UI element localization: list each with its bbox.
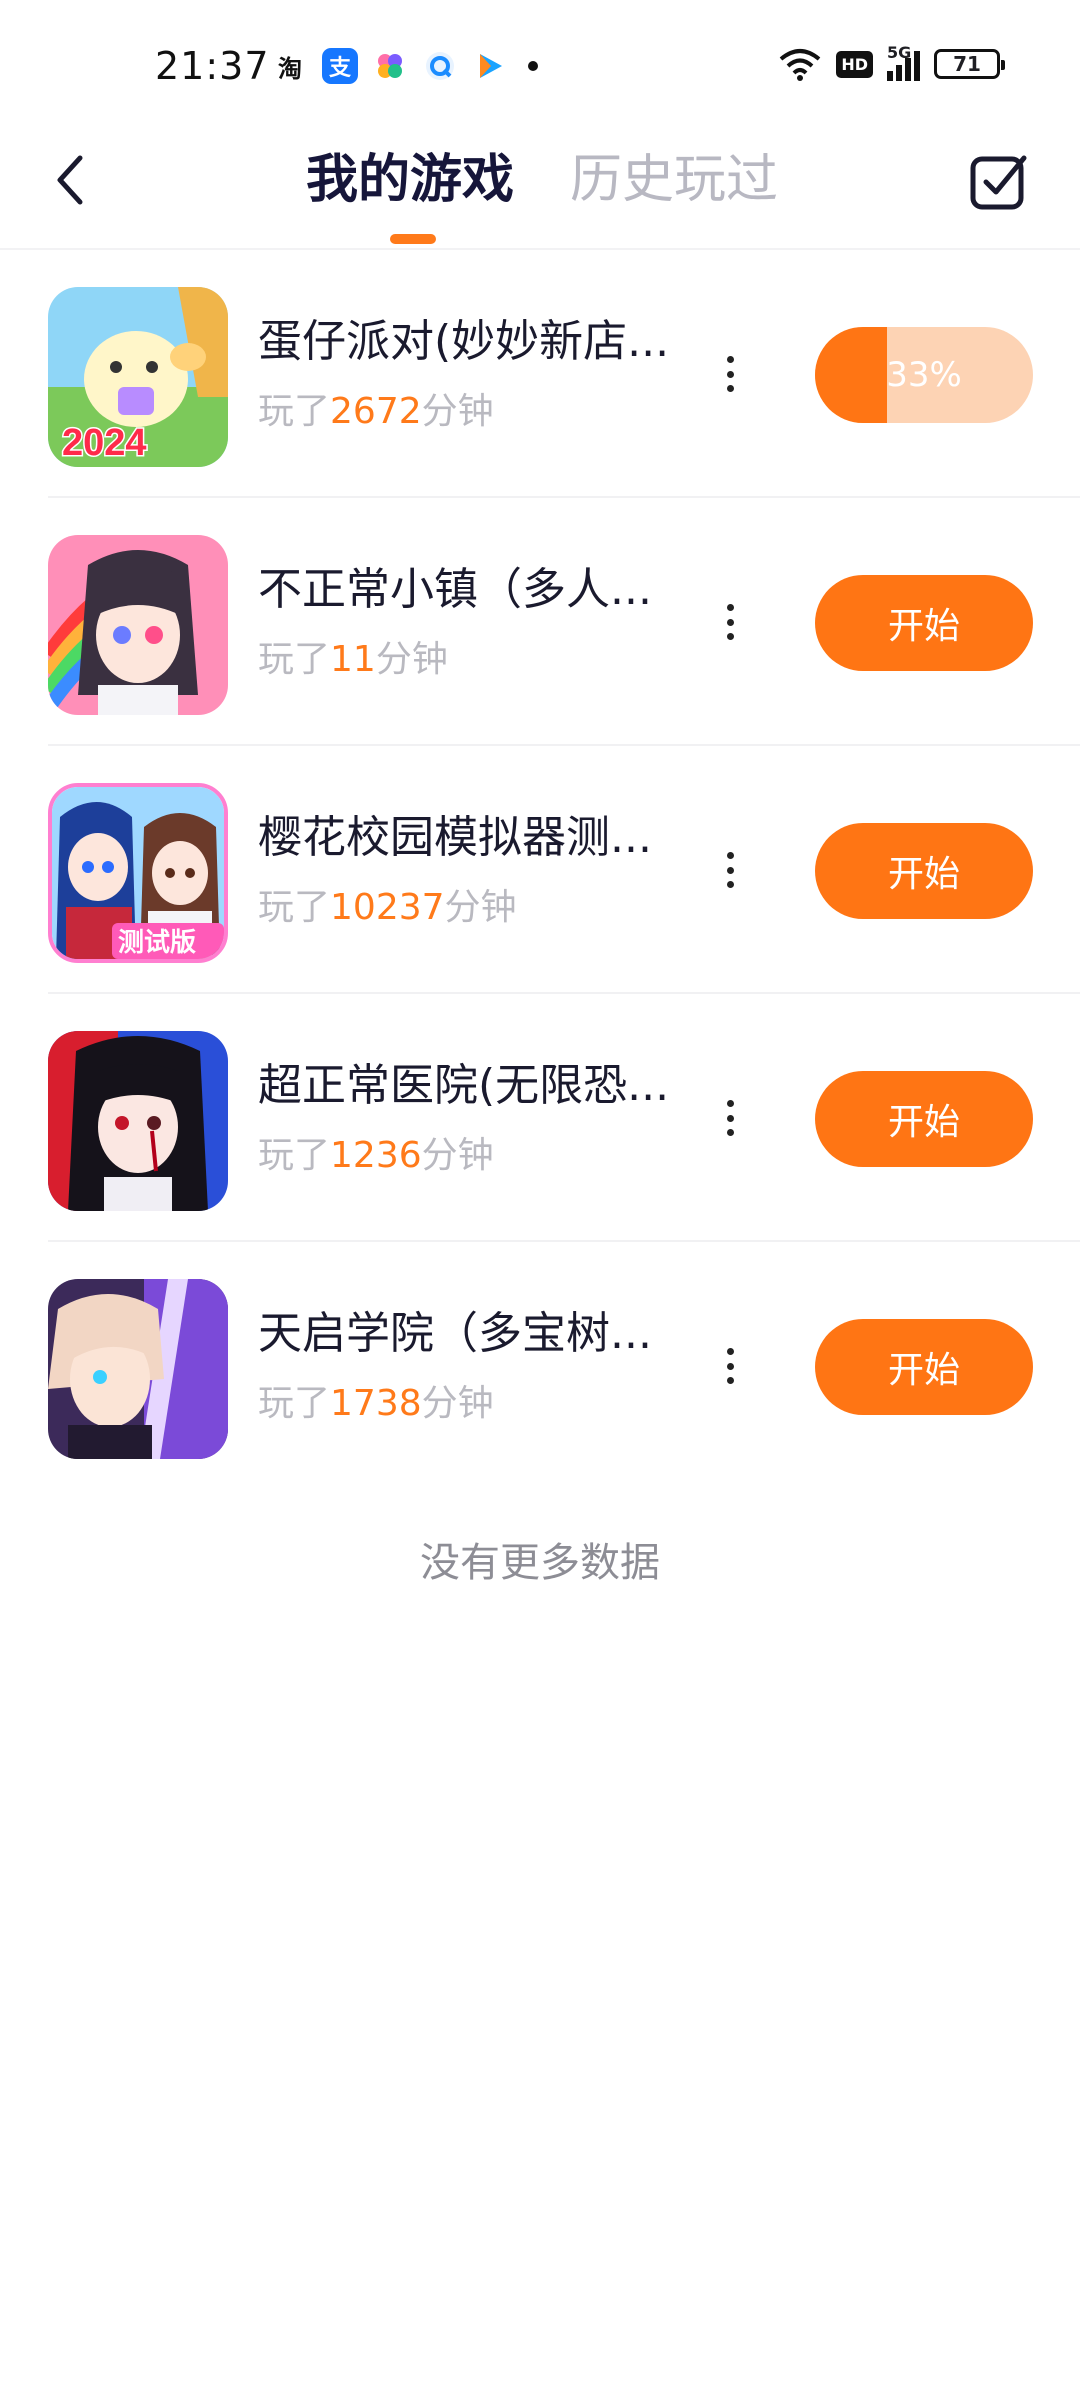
game-title: 蛋仔派对(妙妙新店...	[258, 316, 670, 367]
more-dot-icon	[726, 633, 734, 640]
back-button[interactable]	[40, 148, 100, 212]
playtime-prefix: 玩了	[258, 391, 331, 432]
battery-icon: 71	[934, 49, 1005, 79]
start-button[interactable]: 开始	[815, 1071, 1033, 1167]
more-dot-icon	[726, 1377, 734, 1384]
playtime-suffix: 分钟	[421, 1383, 494, 1424]
anime-girl-rainbow-icon[interactable]	[48, 535, 228, 715]
game-row[interactable]: 测试版 樱花校园模拟器测... 玩了10237分钟 开始	[0, 746, 1080, 994]
game-row[interactable]: 天启学院（多宝树... 玩了1738分钟 开始	[0, 1242, 1080, 1490]
more-options-button[interactable]	[715, 600, 745, 644]
playtime-minutes: 11	[330, 639, 376, 680]
playtime-minutes: 2672	[330, 391, 422, 432]
chevron-left-icon	[57, 155, 83, 205]
more-dot-icon	[726, 852, 734, 859]
more-options-button[interactable]	[715, 1096, 745, 1140]
download-progress-button[interactable]: 33%	[815, 327, 1033, 423]
network-type-label: 5G	[887, 43, 912, 62]
game-title: 樱花校园模拟器测...	[258, 812, 652, 863]
active-tab-indicator	[390, 234, 436, 244]
browser-app-icon	[422, 48, 458, 84]
playtime-prefix: 玩了	[258, 1135, 331, 1176]
wifi-icon	[780, 49, 821, 81]
game-row[interactable]: 超正常医院(无限恐... 玩了1236分钟 开始	[0, 994, 1080, 1242]
more-dot-icon	[726, 1100, 734, 1107]
no-more-data-text: 没有更多数据	[420, 1540, 660, 1586]
tab-my-games[interactable]: 我的游戏	[306, 148, 514, 212]
playtime-minutes: 1236	[330, 1135, 422, 1176]
alipay-icon: 支	[322, 48, 358, 84]
playtime-suffix: 分钟	[421, 391, 494, 432]
more-notifications-dot	[528, 61, 538, 71]
game-playtime: 玩了1236分钟	[258, 1134, 494, 1178]
game-row[interactable]: 2024 蛋仔派对(妙妙新店... 玩了2672分钟 33%	[0, 250, 1080, 498]
sakura-icon-badge: 测试版	[118, 928, 196, 958]
tab-history-played[interactable]: 历史玩过	[570, 148, 778, 212]
playtime-minutes: 10237	[330, 887, 445, 928]
more-options-button[interactable]	[715, 352, 745, 396]
checkbox-icon	[970, 155, 1027, 210]
hospital-girl-icon[interactable]	[48, 1031, 228, 1211]
more-dot-icon	[726, 866, 734, 874]
top-nav: 我的游戏 历史玩过	[0, 120, 1080, 250]
more-dot-icon	[726, 1362, 734, 1370]
playtime-prefix: 玩了	[258, 1383, 331, 1424]
more-options-button[interactable]	[715, 1344, 745, 1388]
eggy-icon-year: 2024	[62, 422, 147, 464]
status-bar: 21:37 淘 支 HD 5G 71	[0, 0, 1080, 120]
more-options-button[interactable]	[715, 848, 745, 892]
progress-label: 33%	[886, 355, 962, 395]
more-dot-icon	[726, 1114, 734, 1122]
game-playtime: 玩了11分钟	[258, 638, 448, 682]
video-app-icon	[472, 48, 508, 84]
flower-app-icon	[372, 48, 408, 84]
eggy-party-icon[interactable]: 2024	[48, 287, 228, 467]
game-list: 2024 蛋仔派对(妙妙新店... 玩了2672分钟 33% 不正常小镇（多人.…	[0, 250, 1080, 1490]
game-row[interactable]: 不正常小镇（多人... 玩了11分钟 开始	[0, 498, 1080, 746]
start-button[interactable]: 开始	[815, 1319, 1033, 1415]
taobao-icon: 淘	[278, 54, 302, 83]
academy-boy-icon[interactable]	[48, 1279, 228, 1459]
playtime-suffix: 分钟	[444, 887, 517, 928]
more-dot-icon	[726, 1348, 734, 1355]
cellular-signal: 5G	[887, 43, 920, 81]
more-dot-icon	[726, 1129, 734, 1136]
start-button[interactable]: 开始	[815, 575, 1033, 671]
playtime-suffix: 分钟	[375, 639, 448, 680]
manage-button[interactable]	[968, 150, 1030, 212]
game-playtime: 玩了1738分钟	[258, 1382, 494, 1426]
game-title: 不正常小镇（多人...	[258, 564, 652, 615]
more-dot-icon	[726, 881, 734, 888]
more-dot-icon	[726, 618, 734, 626]
status-notification-icons: 淘 支	[272, 48, 538, 84]
playtime-minutes: 1738	[330, 1383, 422, 1424]
game-title: 超正常医院(无限恐...	[258, 1060, 670, 1111]
more-dot-icon	[726, 604, 734, 611]
game-title: 天启学院（多宝树...	[258, 1308, 652, 1359]
playtime-prefix: 玩了	[258, 887, 331, 928]
game-playtime: 玩了2672分钟	[258, 390, 494, 434]
start-button[interactable]: 开始	[815, 823, 1033, 919]
playtime-suffix: 分钟	[421, 1135, 494, 1176]
playtime-prefix: 玩了	[258, 639, 331, 680]
more-dot-icon	[726, 370, 734, 378]
battery-level: 71	[953, 52, 981, 76]
status-time: 21:37	[155, 44, 270, 88]
hd-voice-badge: HD	[836, 50, 873, 78]
more-dot-icon	[726, 385, 734, 392]
game-playtime: 玩了10237分钟	[258, 886, 517, 930]
sakura-school-icon[interactable]: 测试版	[48, 783, 228, 963]
status-indicators: HD 5G 71	[778, 43, 1005, 82]
more-dot-icon	[726, 356, 734, 363]
